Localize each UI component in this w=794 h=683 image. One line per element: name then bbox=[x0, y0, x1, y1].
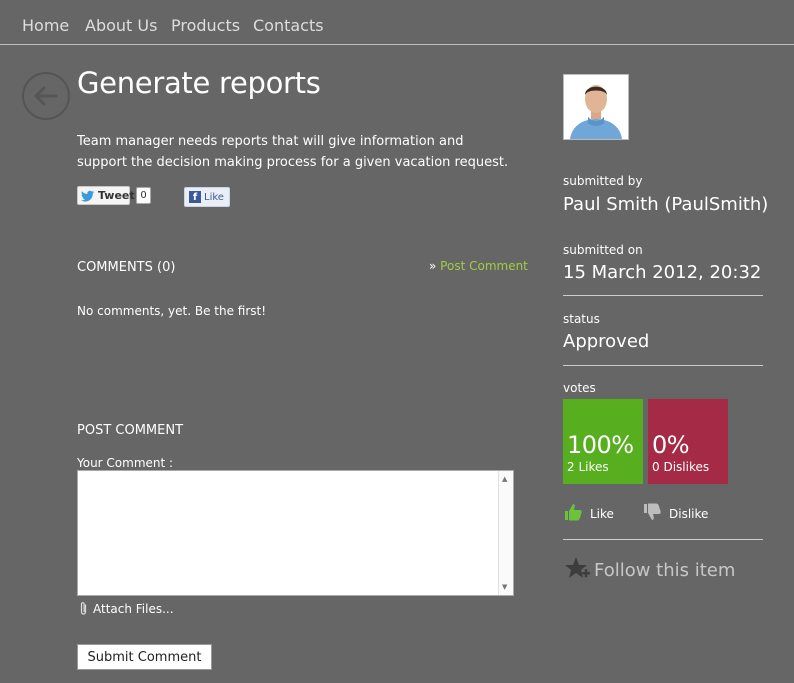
post-comment-link[interactable]: Post Comment bbox=[440, 259, 528, 273]
likes-percent: 100% bbox=[567, 431, 634, 459]
comments-heading: COMMENTS (0) bbox=[77, 260, 176, 275]
dislikes-count: 0 Dislikes bbox=[652, 460, 710, 474]
status-label: status bbox=[563, 312, 600, 326]
dislikes-percent: 0% bbox=[652, 431, 690, 459]
back-button[interactable] bbox=[22, 72, 70, 120]
likes-tile: 100% 2 Likes bbox=[563, 399, 643, 484]
nav-item-products[interactable]: Products bbox=[171, 16, 240, 35]
star-plus-icon bbox=[565, 557, 590, 578]
post-link-prefix: » bbox=[429, 259, 437, 273]
submit-comment-button[interactable]: Submit Comment bbox=[77, 644, 212, 670]
tweet-label: Tweet bbox=[98, 189, 135, 202]
nav-item-contacts[interactable]: Contacts bbox=[253, 16, 324, 35]
paperclip-icon bbox=[80, 602, 87, 615]
tweet-button[interactable]: Tweet bbox=[77, 186, 135, 205]
user-photo-icon bbox=[564, 75, 628, 139]
likes-count: 2 Likes bbox=[567, 460, 609, 474]
votes-divider bbox=[563, 539, 763, 540]
arrow-left-circle-icon bbox=[34, 86, 58, 106]
item-description: Team manager needs reports that will giv… bbox=[77, 134, 509, 170]
submitted-on-value: 15 March 2012, 20:32 bbox=[563, 262, 762, 283]
thumbs-down-icon bbox=[644, 503, 661, 520]
post-comment-link-wrap: » Post Comment bbox=[429, 259, 528, 273]
comment-field-label: Your Comment : bbox=[77, 456, 174, 470]
comment-scrollbar[interactable]: ▲ ▼ bbox=[498, 471, 513, 595]
like-action-label: Like bbox=[590, 507, 614, 521]
top-nav: Home About Us Products Contacts bbox=[0, 0, 794, 45]
follow-item-label: Follow this item bbox=[594, 560, 736, 581]
post-comment-heading: POST COMMENT bbox=[77, 423, 184, 438]
page-title: Generate reports bbox=[77, 66, 321, 100]
comment-textarea[interactable]: ▲ ▼ bbox=[77, 470, 514, 596]
facebook-like-button[interactable]: f Like bbox=[184, 187, 230, 207]
dislikes-tile: 0% 0 Dislikes bbox=[648, 399, 728, 484]
meta-divider-1 bbox=[563, 295, 763, 296]
submitted-by-label: submitted by bbox=[563, 174, 643, 188]
facebook-like-label: Like bbox=[204, 192, 224, 203]
votes-label: votes bbox=[563, 381, 596, 395]
scroll-down-icon[interactable]: ▼ bbox=[502, 583, 507, 591]
submitted-on-label: submitted on bbox=[563, 243, 643, 257]
dislike-action-label: Dislike bbox=[669, 507, 709, 521]
nav-item-home[interactable]: Home bbox=[22, 16, 69, 35]
attach-files-link[interactable]: Attach Files... bbox=[79, 601, 174, 616]
attach-files-label: Attach Files... bbox=[93, 602, 174, 616]
scroll-up-icon[interactable]: ▲ bbox=[502, 475, 507, 483]
meta-divider-2 bbox=[563, 365, 763, 366]
tweet-count: 0 bbox=[136, 187, 151, 204]
submitter-avatar bbox=[563, 74, 629, 140]
no-comments-text: No comments, yet. Be the first! bbox=[77, 304, 267, 318]
thumbs-up-icon bbox=[565, 504, 582, 521]
submitted-by-value: Paul Smith (PaulSmith) bbox=[563, 194, 769, 215]
twitter-bird-icon bbox=[81, 190, 94, 202]
facebook-f-icon: f bbox=[189, 191, 201, 203]
status-value: Approved bbox=[563, 331, 650, 352]
nav-item-about-us[interactable]: About Us bbox=[85, 16, 157, 35]
